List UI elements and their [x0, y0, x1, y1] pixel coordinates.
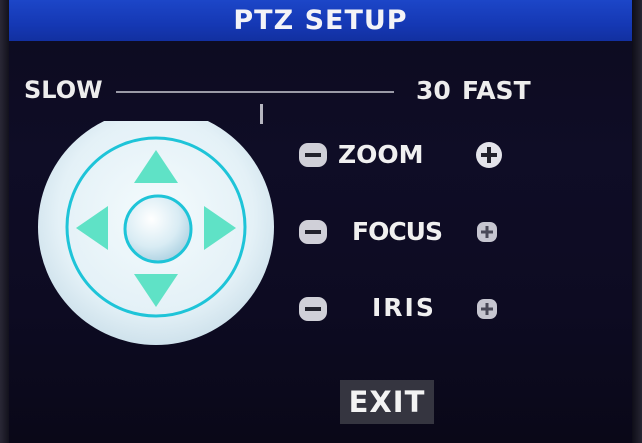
focus-label: FOCUS [352, 217, 443, 246]
focus-minus-icon[interactable] [298, 219, 328, 245]
exit-button-label: EXIT [348, 385, 426, 419]
iris-label: IRIS [372, 293, 436, 322]
page-title: PTZ SETUP [233, 5, 408, 36]
speed-slider-track[interactable] [116, 91, 394, 124]
pan-tilt-dpad [32, 121, 280, 369]
speed-max-label: FAST [462, 76, 531, 105]
speed-value: 30 [416, 76, 451, 105]
zoom-control: ZOOM [298, 134, 548, 174]
bezel-left [0, 0, 9, 443]
zoom-label: ZOOM [338, 140, 424, 169]
bezel-right [632, 0, 642, 443]
iris-control: IRIS [298, 287, 548, 327]
ptz-setup-screen: PTZ SETUP SLOW 30 FAST ZOOM FOCUS IRIS E… [0, 0, 642, 443]
speed-min-label: SLOW [24, 76, 103, 104]
focus-plus-icon[interactable] [476, 221, 498, 243]
focus-control: FOCUS [298, 211, 548, 251]
zoom-plus-icon[interactable] [475, 141, 503, 169]
speed-control: SLOW 30 FAST [0, 68, 642, 124]
title-bar: PTZ SETUP [9, 0, 632, 41]
iris-plus-icon[interactable] [476, 298, 498, 320]
iris-minus-icon[interactable] [298, 296, 328, 322]
center-button[interactable] [123, 194, 193, 264]
zoom-minus-icon[interactable] [298, 142, 328, 168]
exit-button[interactable]: EXIT [340, 380, 434, 424]
